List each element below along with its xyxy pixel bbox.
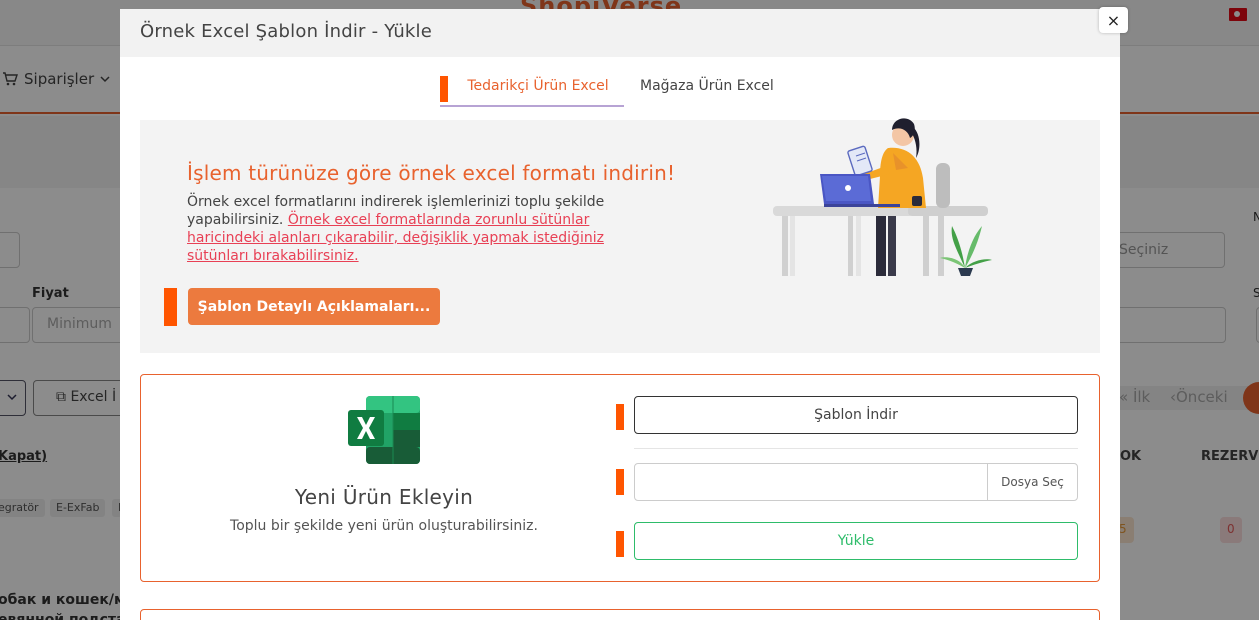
new-product-upload-card: Yeni Ürün Ekleyin Toplu bir şekilde yeni… bbox=[140, 374, 1100, 582]
banner-title: İşlem türünüze göre örnek excel formatı … bbox=[187, 161, 676, 185]
tab-store-product-excel[interactable]: Mağaza Ürün Excel bbox=[640, 75, 780, 107]
file-name-field[interactable] bbox=[635, 464, 987, 500]
close-icon[interactable]: × bbox=[1099, 7, 1128, 33]
modal-title: Örnek Excel Şablon İndir - Yükle bbox=[140, 21, 433, 42]
highlight-marker bbox=[616, 531, 624, 557]
next-upload-card bbox=[140, 609, 1100, 620]
modal-header: Örnek Excel Şablon İndir - Yükle bbox=[120, 9, 1120, 57]
excel-icon bbox=[348, 396, 420, 464]
highlight-marker bbox=[164, 288, 177, 326]
card-subtitle: Toplu bir şekilde yeni ürün oluşturabili… bbox=[230, 518, 538, 534]
woman-at-desk-illustration bbox=[773, 118, 992, 276]
upload-button[interactable]: Yükle bbox=[634, 522, 1078, 560]
highlight-marker bbox=[616, 404, 624, 430]
tab-supplier-product-excel[interactable]: Tedarikçi Ürün Excel bbox=[440, 75, 624, 107]
info-banner: İşlem türünüze göre örnek excel formatı … bbox=[140, 118, 1100, 353]
download-template-button[interactable]: Şablon İndir bbox=[634, 396, 1078, 434]
highlight-marker bbox=[616, 469, 624, 495]
choose-file-button[interactable]: Dosya Seç bbox=[987, 464, 1077, 500]
banner-text: Örnek excel formatlarını indirerek işlem… bbox=[187, 193, 662, 265]
file-picker: Dosya Seç bbox=[634, 463, 1078, 501]
excel-template-modal: Örnek Excel Şablon İndir - Yükle Tedarik… bbox=[120, 9, 1120, 620]
divider bbox=[634, 448, 1078, 449]
tab-bar: Tedarikçi Ürün Excel Mağaza Ürün Excel bbox=[440, 75, 800, 107]
template-details-button[interactable]: Şablon Detaylı Açıklamaları... bbox=[188, 288, 440, 325]
card-title: Yeni Ürün Ekleyin bbox=[294, 485, 474, 509]
